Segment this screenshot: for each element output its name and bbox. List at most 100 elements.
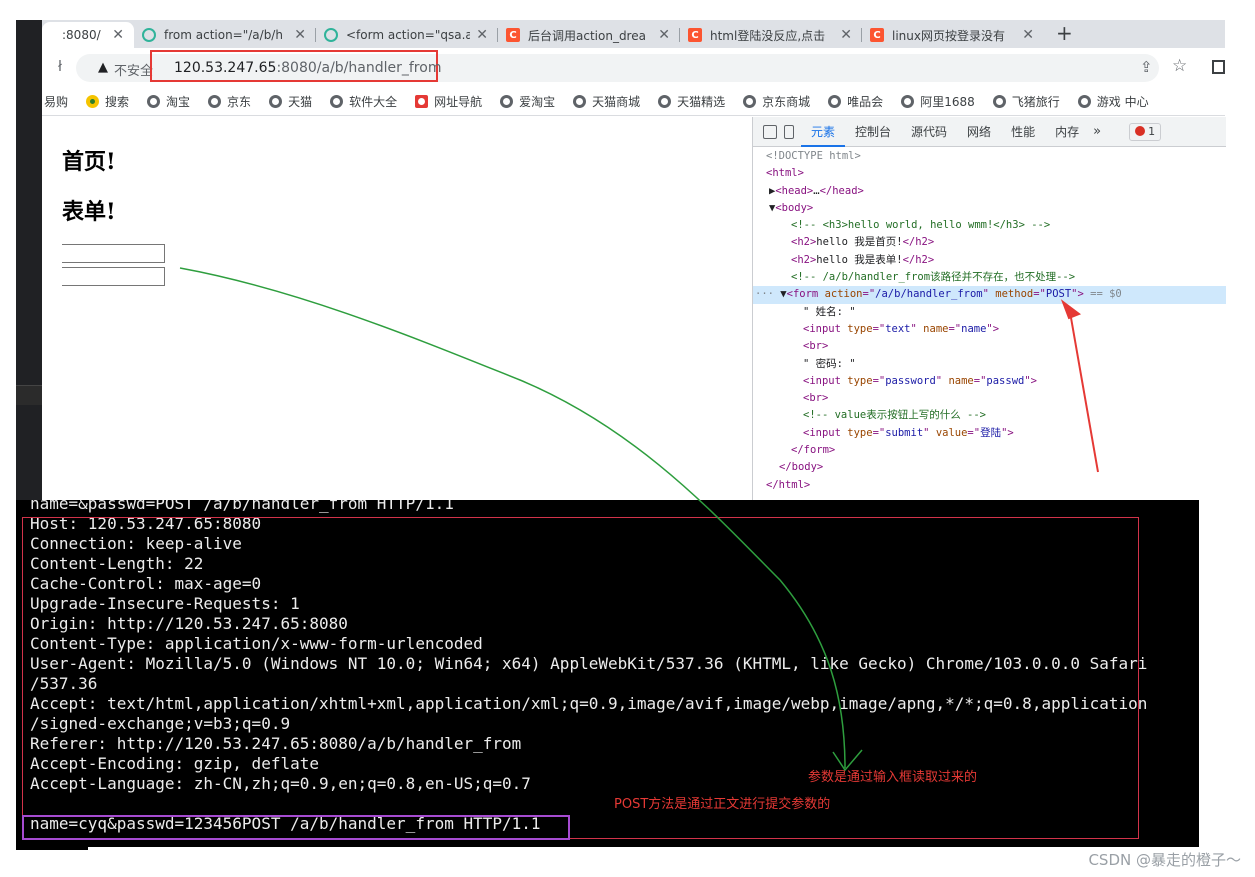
tab-csdn-1[interactable]: C 后台调用action_drea ✕ xyxy=(498,22,680,48)
devtools-tab-performance[interactable]: 性能 xyxy=(1001,117,1045,147)
dom-line-selected-form[interactable]: ··· ▼<form action="/a/b/handler_from" me… xyxy=(753,286,1226,304)
back-arrow-icon[interactable]: ł xyxy=(58,59,62,75)
tab-csdn-2[interactable]: C html登陆没反应,点击 ✕ xyxy=(680,22,862,48)
tag-text: </h2> xyxy=(902,236,935,249)
headers-highlight-box xyxy=(22,517,1139,839)
tab-from-action[interactable]: from action="/a/b/h ✕ xyxy=(134,22,316,48)
terminal-window: name=&passwd=POST /a/b/handler_from HTTP… xyxy=(16,500,1199,847)
bookmark-item[interactable]: 淘宝 xyxy=(147,93,190,110)
dom-line[interactable]: ▶<head>…</head> xyxy=(753,183,1226,200)
close-icon[interactable]: ✕ xyxy=(840,27,852,43)
more-tabs-chevron-icon[interactable]: » xyxy=(1093,124,1101,139)
dom-line[interactable]: <br> xyxy=(753,390,1226,407)
dom-line[interactable]: <!-- /a/b/handler_from该路径并不存在，也不处理--> xyxy=(753,269,1226,286)
globe-icon xyxy=(1077,95,1091,108)
dom-line[interactable]: <!-- value表示按钮上写的什么 --> xyxy=(753,407,1226,424)
tab-form-action[interactable]: <form action="qsa.a ✕ xyxy=(316,22,498,48)
dom-line[interactable]: <input type="submit" value="登陆"> xyxy=(753,425,1226,442)
devtools-tab-network[interactable]: 网络 xyxy=(957,117,1001,147)
dom-line[interactable]: <html> xyxy=(753,165,1226,182)
dom-line[interactable]: " 姓名: " xyxy=(753,304,1226,321)
dom-line[interactable]: <input type="text" name="name"> xyxy=(753,321,1226,338)
error-count-badge[interactable]: 1 xyxy=(1129,122,1162,141)
url-text[interactable]: 120.53.247.65:8080/a/b/handler_from xyxy=(174,60,441,76)
terminal-edge xyxy=(16,847,88,850)
dom-line[interactable]: ▼<body> xyxy=(753,200,1226,217)
dom-line[interactable]: <h2>hello 我是表单!</h2> xyxy=(753,252,1226,269)
close-icon[interactable]: ✕ xyxy=(658,27,670,43)
device-toolbar-icon[interactable] xyxy=(784,124,794,139)
dom-line[interactable]: <h2>hello 我是首页!</h2> xyxy=(753,234,1226,251)
warning-triangle-icon[interactable]: ▲ xyxy=(98,60,108,75)
bookmark-item[interactable]: 天猫商城 xyxy=(573,93,640,110)
bookmark-item[interactable]: 京东商城 xyxy=(743,93,810,110)
tag-text: <html> xyxy=(766,167,804,180)
devtools-tab-sources[interactable]: 源代码 xyxy=(901,117,957,147)
tag-text: </head> xyxy=(819,184,864,197)
devtools-panel: 元素 控制台 源代码 网络 性能 内存 » 1 <!DOCTYPE html> … xyxy=(752,117,1226,500)
tag-text: =" xyxy=(973,374,987,387)
bookmark-item[interactable]: 网址导航 xyxy=(415,93,482,110)
devtools-tab-console[interactable]: 控制台 xyxy=(845,117,901,147)
new-tab-plus-icon[interactable]: + xyxy=(1056,21,1073,45)
dom-line[interactable]: </body> xyxy=(753,459,1226,476)
dom-line[interactable]: " 密码: " xyxy=(753,356,1226,373)
name-input[interactable] xyxy=(62,244,165,263)
bookmark-item[interactable]: 京东 xyxy=(208,93,251,110)
dom-line[interactable]: <br> xyxy=(753,338,1226,355)
tag-text: "> xyxy=(986,322,1000,335)
attr-value: /a/b/handler_from xyxy=(875,288,983,301)
dom-line[interactable]: <input type="password" name="passwd"> xyxy=(753,373,1226,390)
star-icon[interactable]: ☆ xyxy=(1172,56,1187,76)
bookmark-label: 唯品会 xyxy=(847,95,884,109)
bookmark-item[interactable]: 搜索 xyxy=(86,93,129,110)
tab-current[interactable]: :8080/ ✕ xyxy=(42,22,134,48)
globe-icon xyxy=(743,95,757,108)
page-heading-form: 表单! xyxy=(62,199,116,225)
bookmark-label: 阿里1688 xyxy=(920,95,975,109)
dom-line[interactable]: <!DOCTYPE html> xyxy=(753,148,1226,165)
attr-value: name xyxy=(961,322,987,335)
bookmark-item[interactable]: 天猫 xyxy=(269,93,312,110)
close-icon[interactable]: ✕ xyxy=(112,27,124,43)
tab-bar: :8080/ ✕ from action="/a/b/h ✕ <form act… xyxy=(42,20,1225,48)
attr-value: POST xyxy=(1045,288,1072,301)
node-text: " 密码: " xyxy=(803,357,856,370)
tag-text: =" xyxy=(872,426,886,439)
bookmark-label: 京东商城 xyxy=(762,95,811,109)
bookmark-item[interactable]: 阿里1688 xyxy=(901,93,975,110)
share-icon[interactable]: ⇪ xyxy=(1140,58,1153,76)
bookmark-label: 爱淘宝 xyxy=(519,95,556,109)
close-icon[interactable]: ✕ xyxy=(1022,27,1034,43)
bookmark-item[interactable]: 易购 xyxy=(44,93,68,110)
dom-line[interactable]: <!-- <h3>hello world, hello wmm!</h3> --… xyxy=(753,217,1226,234)
side-panel-icon[interactable] xyxy=(1212,60,1225,74)
bookmark-item[interactable]: 天猫精选 xyxy=(658,93,725,110)
bookmark-item[interactable]: 爱淘宝 xyxy=(500,93,555,110)
attr-name: value xyxy=(935,426,968,439)
tab-csdn-3[interactable]: C linux网页按登录没有 ✕ xyxy=(862,22,1044,48)
tag-text: <input xyxy=(803,426,848,439)
dom-line[interactable]: </html> xyxy=(753,477,1226,494)
tag-text: =" xyxy=(872,322,886,335)
error-icon xyxy=(1135,125,1146,136)
bookmark-item[interactable]: 软件大全 xyxy=(330,93,397,110)
bookmark-item[interactable]: 唯品会 xyxy=(828,93,883,110)
bookmark-item[interactable]: 游戏 中心 xyxy=(1077,93,1149,110)
devtools-tab-elements[interactable]: 元素 xyxy=(801,117,846,147)
dom-line[interactable]: </form> xyxy=(753,442,1226,459)
bookmark-item[interactable]: 飞猪旅行 xyxy=(992,93,1060,110)
tab-title: :8080/ xyxy=(62,28,101,42)
inspect-element-icon[interactable] xyxy=(763,124,777,139)
more-dots-icon[interactable]: ··· xyxy=(755,288,774,300)
search-bookmark-icon xyxy=(86,95,100,108)
devtools-tab-memory[interactable]: 内存 xyxy=(1045,117,1089,147)
password-input[interactable] xyxy=(62,267,165,286)
close-icon[interactable]: ✕ xyxy=(476,27,488,43)
not-secure-label[interactable]: 不安全 xyxy=(114,60,153,79)
close-icon[interactable]: ✕ xyxy=(294,27,306,43)
tag-text: </form> xyxy=(791,444,836,457)
csdn-watermark: CSDN @暴走的橙子～ xyxy=(1088,851,1241,869)
bookmark-label: 网址导航 xyxy=(434,95,483,109)
annotation-params-from-input: 参数是通过输入框读取过来的 xyxy=(808,770,978,785)
